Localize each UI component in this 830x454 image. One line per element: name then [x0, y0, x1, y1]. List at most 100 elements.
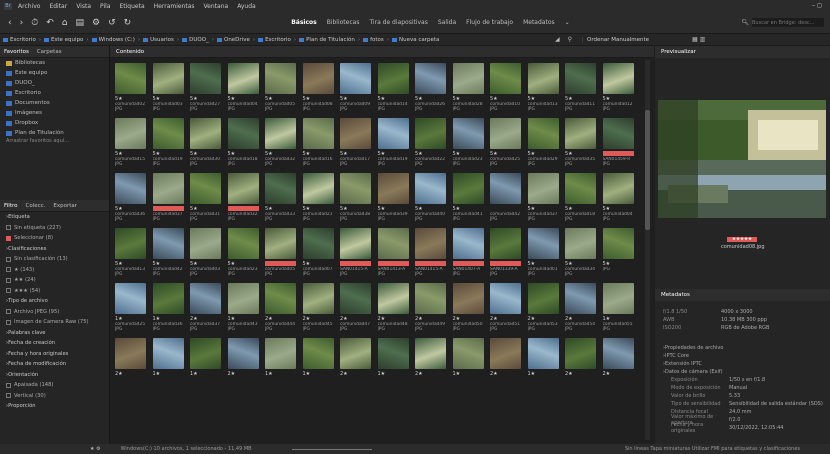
- rating-stars[interactable]: 5★: [490, 96, 521, 102]
- photo-thumbnail[interactable]: [227, 283, 259, 314]
- rating-stars[interactable]: 5★: [603, 96, 634, 102]
- content-scrollbar[interactable]: [645, 60, 650, 440]
- rating-stars[interactable]: 5★: [115, 261, 146, 267]
- rating-stars[interactable]: [602, 151, 634, 156]
- favorite-item[interactable]: Escritorio: [0, 88, 109, 98]
- photo-thumbnail[interactable]: [452, 173, 484, 204]
- rating-stars[interactable]: 5★: [190, 261, 221, 267]
- photo-thumbnail[interactable]: [302, 63, 334, 94]
- thumbnail-cell[interactable]: 5★ comunidad04 JPG: [600, 170, 638, 224]
- thumbnail-cell[interactable]: 5★ comunidad26 JPG: [412, 60, 450, 114]
- rotate-right-icon[interactable]: ↻: [124, 18, 132, 28]
- photo-thumbnail[interactable]: [415, 63, 446, 94]
- rating-stars[interactable]: 5★: [378, 206, 409, 212]
- rating-stars[interactable]: 1★: [228, 316, 259, 322]
- photo-thumbnail[interactable]: [302, 283, 334, 314]
- photo-thumbnail[interactable]: [602, 173, 634, 204]
- rating-stars[interactable]: 5★: [528, 96, 559, 102]
- thumbnail-cell[interactable]: 2★: [562, 335, 600, 389]
- workspace-tab[interactable]: Flujo de trabajo: [466, 19, 513, 26]
- photo-thumbnail[interactable]: [302, 338, 334, 369]
- recent-icon[interactable]: ⏱: [31, 18, 38, 28]
- rating-stars[interactable]: 5★: [153, 96, 184, 102]
- forward-icon[interactable]: ›: [20, 18, 24, 28]
- thumbnail-cell[interactable]: 5★ comunidad32 JPG: [262, 115, 300, 169]
- filter-option[interactable]: ★★★ (54): [0, 286, 109, 297]
- thumbnail-cell[interactable]: SAN01413-A JPG: [375, 225, 413, 279]
- breadcrumb-item[interactable]: Este equipo: [51, 37, 83, 43]
- menu-item[interactable]: Ayuda: [237, 3, 256, 10]
- photo-thumbnail[interactable]: [190, 283, 221, 314]
- favorite-item[interactable]: Documentos: [0, 98, 109, 108]
- photo-thumbnail[interactable]: [115, 338, 146, 369]
- rating-stars[interactable]: 5★: [228, 96, 259, 102]
- rating-stars[interactable]: 5★: [453, 206, 484, 212]
- photo-thumbnail[interactable]: [377, 338, 409, 369]
- thumbnail-cell[interactable]: comunidad05 JPG: [262, 225, 300, 279]
- photo-thumbnail[interactable]: [565, 63, 596, 94]
- photo-thumbnail[interactable]: [452, 338, 484, 369]
- thumbnail-cell[interactable]: 2★: [600, 335, 638, 389]
- window-controls[interactable]: – ◻: [812, 2, 822, 9]
- rating-stars[interactable]: 5★: [565, 96, 596, 102]
- filter-icon[interactable]: ◢: [555, 36, 560, 43]
- rating-stars[interactable]: 2★: [228, 371, 259, 377]
- filter-option[interactable]: Vertical (30): [0, 391, 109, 402]
- thumbnail-cell[interactable]: 5★ comunidad04 JPG: [225, 60, 263, 114]
- rating-stars[interactable]: 2★: [415, 371, 446, 377]
- thumbnail-cell[interactable]: 2★ comunidad45 JPG: [300, 280, 338, 334]
- thumbnail-cell[interactable]: 1★ comunidad25 JPG: [112, 280, 150, 334]
- thumbnail-cell[interactable]: 5★ comunidad21 JPG: [300, 170, 338, 224]
- scroll-thumb[interactable]: [645, 110, 650, 230]
- photo-thumbnail[interactable]: [602, 338, 634, 369]
- photo-thumbnail[interactable]: [490, 228, 521, 259]
- photo-thumbnail[interactable]: [415, 283, 446, 314]
- photo-thumbnail[interactable]: [340, 283, 371, 314]
- workspace-tab[interactable]: Bibliotecas: [327, 19, 360, 26]
- photo-thumbnail[interactable]: [377, 283, 409, 314]
- search-icon[interactable]: 🔍︎: [741, 19, 749, 26]
- rating-stars[interactable]: 5★: [228, 261, 259, 267]
- thumbnail-cell[interactable]: 5★ comunidad25 JPG: [487, 115, 525, 169]
- photo-thumbnail[interactable]: [527, 338, 559, 369]
- photo-thumbnail[interactable]: [227, 118, 259, 149]
- photo-thumbnail[interactable]: [227, 63, 259, 94]
- return-icon[interactable]: ↶: [46, 18, 54, 28]
- rating-stars[interactable]: 5★: [415, 206, 446, 212]
- tab-panel[interactable]: Carpetas: [37, 49, 62, 55]
- thumbnail-cell[interactable]: 2★ comunidad54 JPG: [562, 280, 600, 334]
- photo-thumbnail[interactable]: [340, 63, 371, 94]
- thumbnail-cell[interactable]: comunidad32 JPG: [225, 170, 263, 224]
- checkbox[interactable]: [6, 393, 11, 399]
- rating-stars[interactable]: 5★: [153, 151, 184, 157]
- thumbnail-cell[interactable]: 2★: [337, 335, 375, 389]
- thumbnail-cell[interactable]: 5★ comunidad02 JPG: [112, 60, 150, 114]
- photo-thumbnail[interactable]: [565, 338, 596, 369]
- thumbnail-cell[interactable]: 5★ comunidad33 JPG: [262, 170, 300, 224]
- breadcrumb-item[interactable]: Escritorio: [265, 37, 291, 43]
- rating-stars[interactable]: 5★: [115, 96, 146, 102]
- thumbnail-cell[interactable]: 5★ comunidad37 JPG: [525, 170, 563, 224]
- thumbnail-cell[interactable]: 5★ comunidad30 JPG: [187, 115, 225, 169]
- rating-stars[interactable]: 5★: [490, 151, 521, 157]
- filter-header[interactable]: › Etiqueta: [0, 212, 109, 223]
- favorite-item[interactable]: Bibliotecas: [0, 58, 109, 68]
- thumbnail-cell[interactable]: 5★ comunidad42 JPG: [150, 225, 188, 279]
- menu-item[interactable]: Archivo: [18, 3, 40, 10]
- workspace-tab[interactable]: Metadatos: [523, 19, 555, 26]
- rating-stars[interactable]: 5★: [265, 206, 296, 212]
- photo-thumbnail[interactable]: [152, 228, 184, 259]
- menu-item[interactable]: Herramientas: [154, 3, 195, 10]
- rating-stars[interactable]: [415, 261, 446, 266]
- photo-thumbnail[interactable]: [415, 173, 446, 204]
- metadata-section-header[interactable]: › Extensión IPTC: [663, 360, 830, 368]
- rating-stars[interactable]: 2★: [340, 371, 371, 377]
- photo-thumbnail[interactable]: [265, 228, 296, 259]
- checkbox[interactable]: [6, 382, 11, 388]
- photo-thumbnail[interactable]: [115, 63, 146, 94]
- rating-stars[interactable]: 2★: [415, 316, 446, 322]
- thumbnail-cell[interactable]: 1★ comunidad36 JPG: [150, 280, 188, 334]
- thumbnail-cell[interactable]: 5★ comunidad08 JPG: [300, 60, 338, 114]
- rating-stars[interactable]: 1★: [603, 316, 634, 322]
- thumbnail-cell[interactable]: 5★ comunidad13 JPG: [525, 60, 563, 114]
